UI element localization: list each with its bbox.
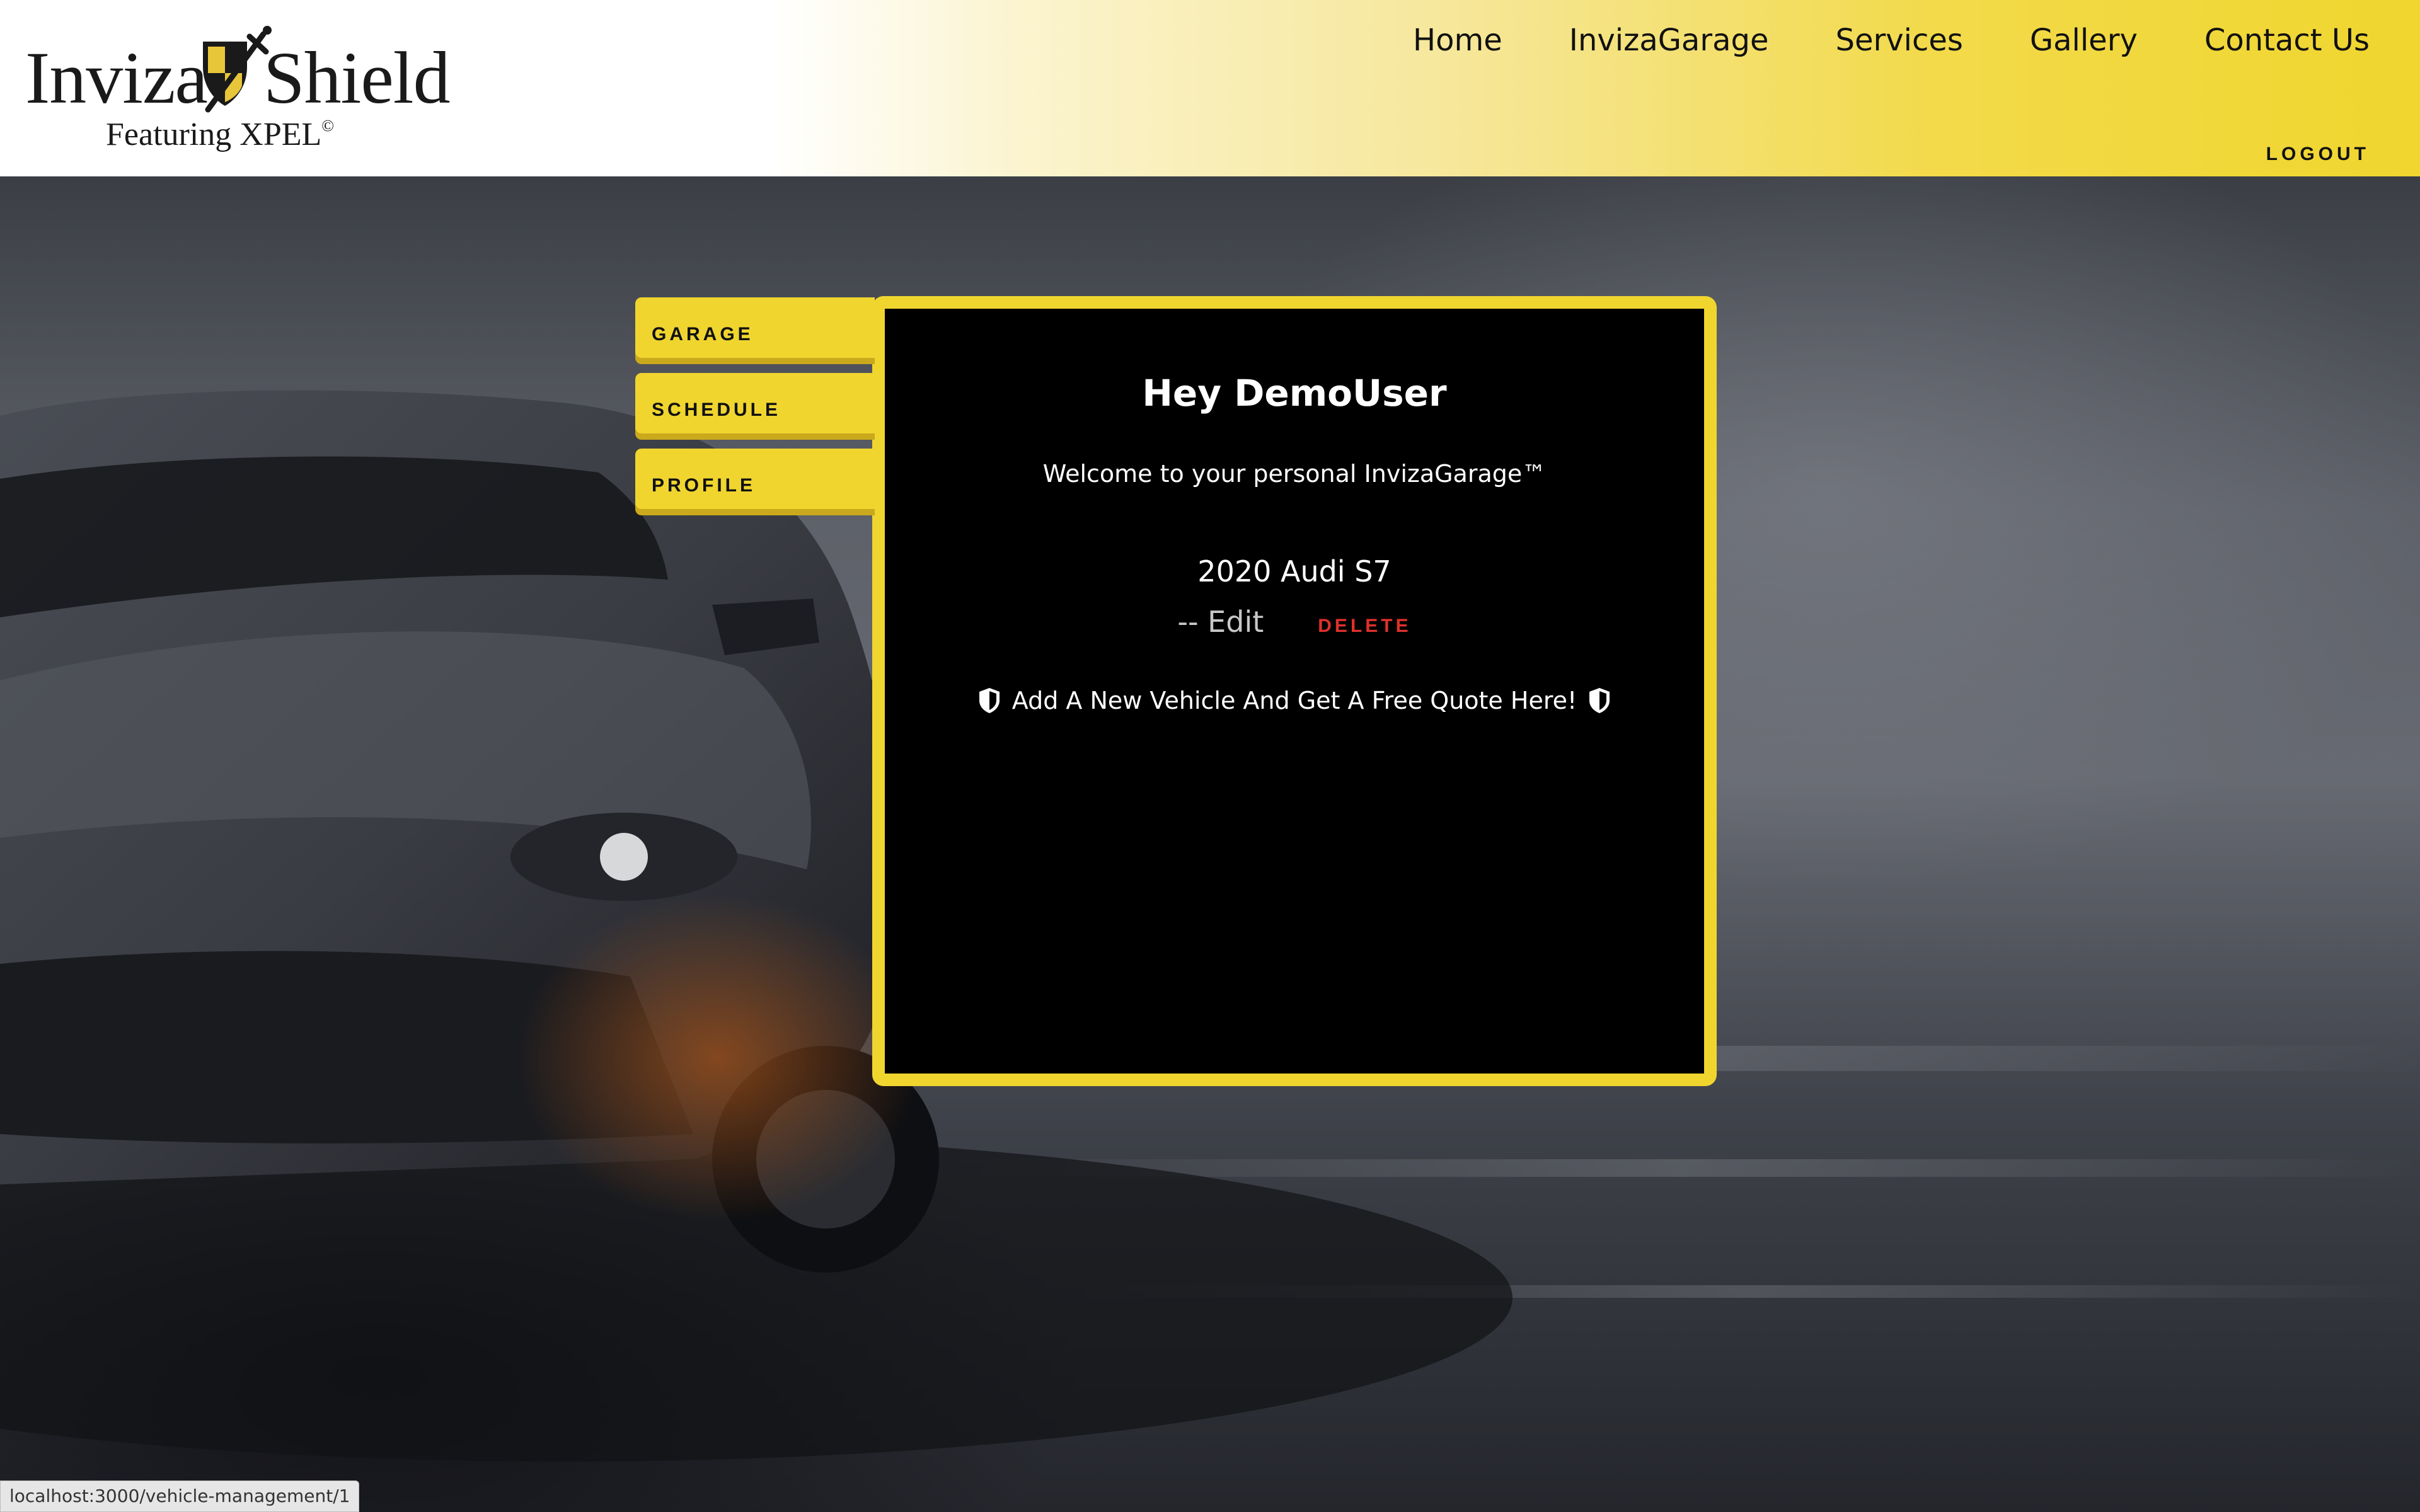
brand-name-part2: Shield <box>263 37 451 119</box>
add-vehicle-label: Add A New Vehicle And Get A Free Quote H… <box>1011 687 1577 714</box>
shield-sword-logo-icon <box>203 26 272 113</box>
brand-logo[interactable]: Inviza Shield Featuring XPEL© <box>25 23 451 161</box>
copyright-mark: © <box>321 117 335 135</box>
logout-button[interactable]: LOGOUT <box>2266 144 2370 165</box>
brand-name-part1: Inviza <box>25 37 208 119</box>
nav-services-link[interactable]: Services <box>1835 23 1962 58</box>
browser-status-url: localhost:3000/vehicle-management/1 <box>0 1480 360 1512</box>
nav-home-link[interactable]: Home <box>1413 23 1502 58</box>
main-nav: Home InvizaGarage Services Gallery Conta… <box>1413 23 2370 58</box>
shield-icon <box>979 688 1000 713</box>
tab-profile-label: PROFILE <box>652 475 756 496</box>
edit-vehicle-link[interactable]: -- Edit <box>1177 605 1264 639</box>
garage-sidebar: GARAGE SCHEDULE PROFILE <box>635 297 875 524</box>
tab-schedule[interactable]: SCHEDULE <box>635 373 875 433</box>
brand-subtitle: Featuring XPEL© <box>106 116 334 153</box>
nav-contact-link[interactable]: Contact Us <box>2204 23 2370 58</box>
site-header: Inviza Shield Featuring XPEL© Home Inviz… <box>0 0 2420 176</box>
tab-garage-label: GARAGE <box>652 324 754 345</box>
add-vehicle-link[interactable]: Add A New Vehicle And Get A Free Quote H… <box>885 687 1704 714</box>
delete-vehicle-button[interactable]: DELETE <box>1318 616 1411 637</box>
brand-subtitle-text: Featuring XPEL <box>106 117 322 152</box>
tab-schedule-label: SCHEDULE <box>652 399 781 420</box>
brand-name: Inviza Shield <box>25 35 451 121</box>
vehicle-name: 2020 Audi S7 <box>1197 554 1392 588</box>
shield-icon <box>1589 688 1610 713</box>
greeting-heading: Hey DemoUser <box>1142 372 1447 415</box>
garage-panel: Hey DemoUser Welcome to your personal In… <box>872 296 1717 1086</box>
nav-gallery-link[interactable]: Gallery <box>2030 23 2138 58</box>
vehicle-actions: -- Edit DELETE <box>885 605 1704 639</box>
tab-profile[interactable]: PROFILE <box>635 449 875 509</box>
welcome-message: Welcome to your personal InvizaGarage™ <box>1042 460 1547 488</box>
tab-garage[interactable]: GARAGE <box>635 297 875 358</box>
nav-invizagarage-link[interactable]: InvizaGarage <box>1569 23 1769 58</box>
